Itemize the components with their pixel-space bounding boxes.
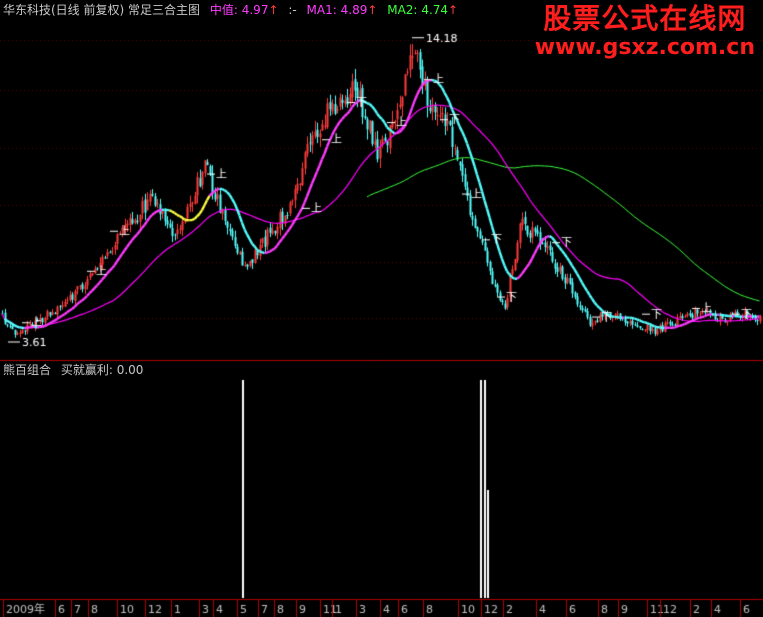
mid-value: 4.97 bbox=[241, 3, 269, 17]
mid-label: 中值: bbox=[209, 3, 238, 17]
separator: :- bbox=[288, 3, 297, 17]
indicator-name: 熊百组合 bbox=[3, 363, 52, 377]
ma1-value: 4.89 bbox=[340, 3, 368, 17]
kline-chart-canvas[interactable] bbox=[0, 0, 763, 617]
main-chart-header: 华东科技(日线 前复权) 常足三合主图 中值: 4.97↑ :- MA1: 4.… bbox=[3, 3, 458, 17]
up-arrow-icon: ↑ bbox=[367, 3, 378, 17]
security-title: 华东科技(日线 前复权) bbox=[3, 3, 125, 17]
formula-name: 常足三合主图 bbox=[128, 3, 201, 17]
up-arrow-icon: ↑ bbox=[268, 3, 279, 17]
indicator-label: 买就赢利: bbox=[60, 363, 113, 377]
ma2-label: MA2: bbox=[387, 3, 418, 17]
ma1-label: MA1: bbox=[306, 3, 337, 17]
site-watermark: 股票公式在线网 www.gsxz.com.cn bbox=[535, 2, 755, 60]
watermark-url: www.gsxz.com.cn bbox=[534, 35, 755, 60]
watermark-title: 股票公式在线网 bbox=[543, 2, 747, 35]
indicator-value: 0.00 bbox=[116, 363, 144, 377]
up-arrow-icon: ↑ bbox=[448, 3, 459, 17]
indicator-header: 熊百组合 买就赢利: 0.00 bbox=[3, 363, 143, 377]
ma2-value: 4.74 bbox=[421, 3, 449, 17]
